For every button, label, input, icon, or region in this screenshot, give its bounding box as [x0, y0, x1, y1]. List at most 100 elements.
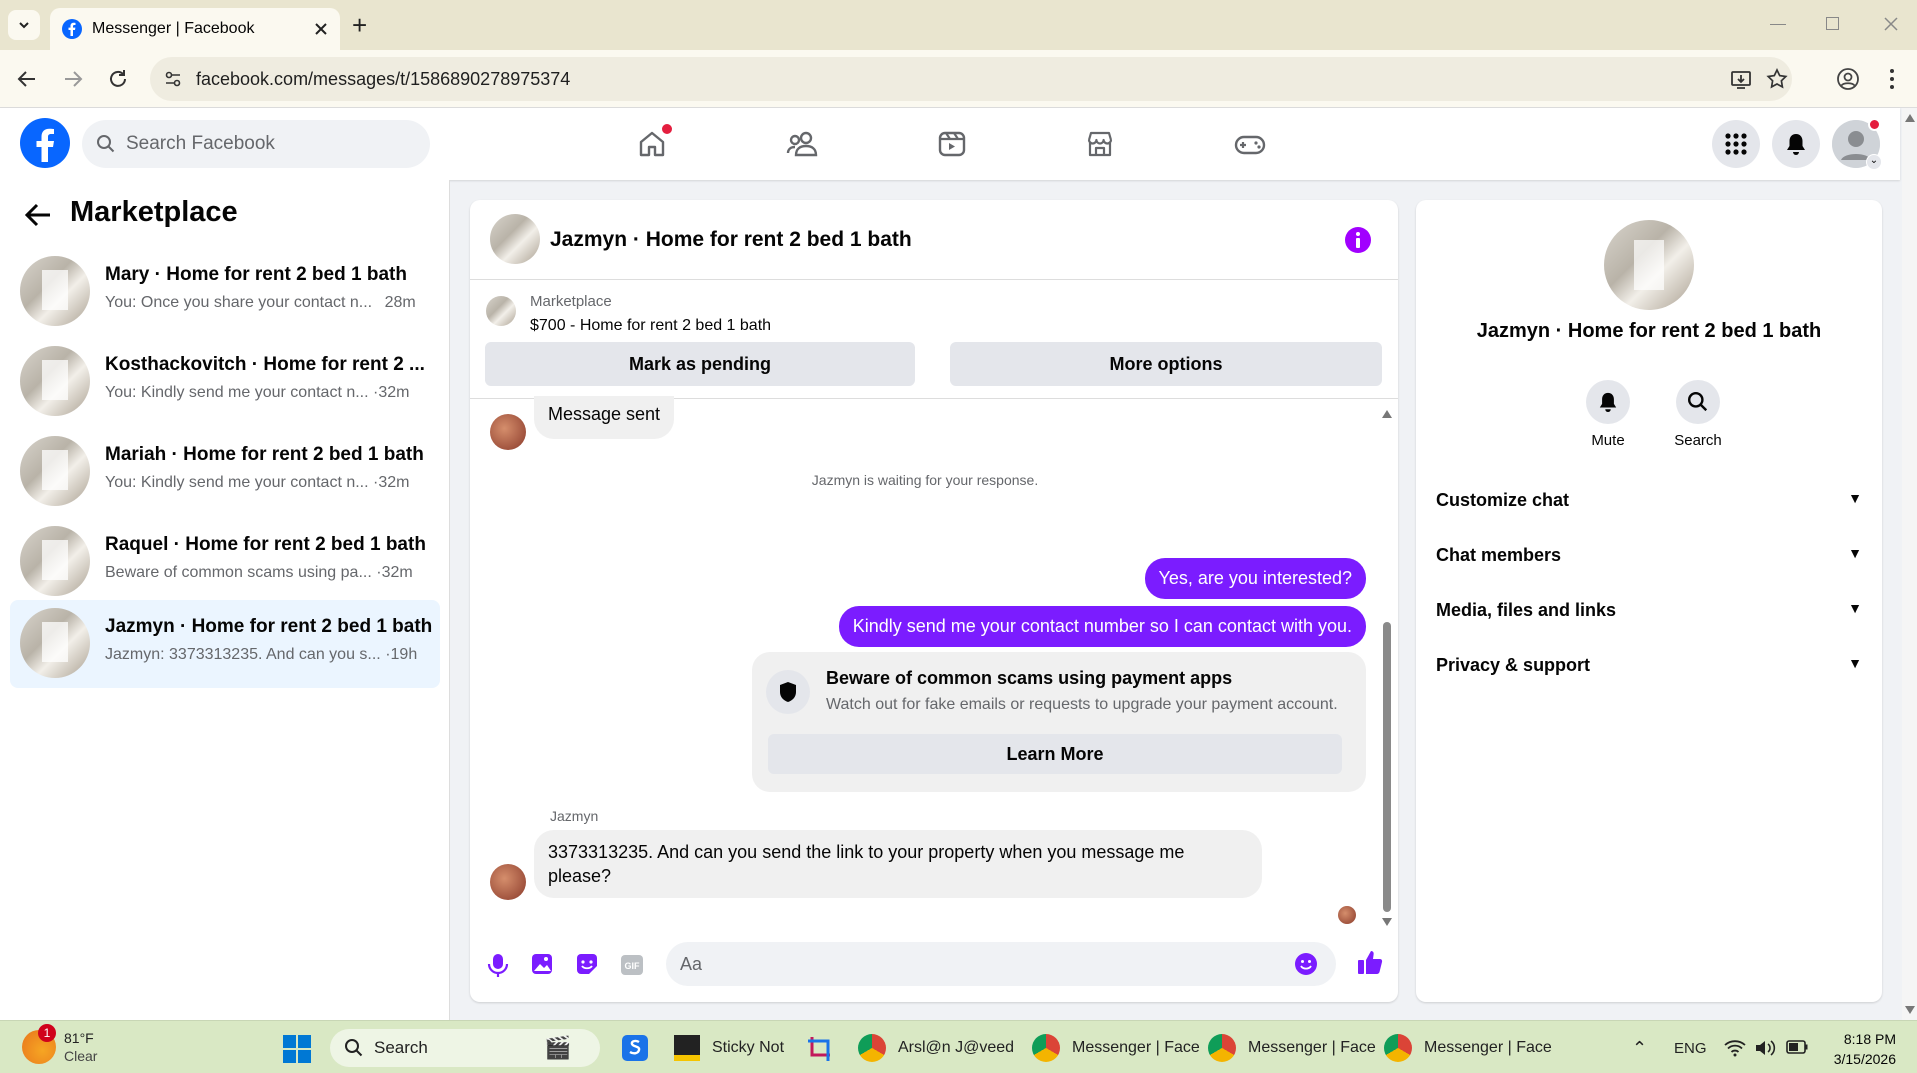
scroll-up-arrow[interactable]	[1382, 410, 1392, 418]
emoji-icon[interactable]	[1294, 952, 1318, 976]
chrome-icon	[1032, 1034, 1060, 1062]
taskbar-chrome-messenger-3[interactable]: Messenger | Face	[1384, 1031, 1552, 1065]
scam-body: Watch out for fake emails or requests to…	[826, 696, 1338, 713]
waiting-status: Jazmyn is waiting for your response.	[811, 472, 1039, 488]
address-bar[interactable]: facebook.com/messages/t/1586890278975374	[150, 57, 1792, 101]
conversation-item[interactable]: Mary · Home for rent 2 bed 1 bath You: O…	[10, 248, 440, 336]
kebab-menu-icon[interactable]	[1888, 67, 1896, 91]
chrome-icon	[1384, 1034, 1412, 1062]
taskbar-sticky-notes[interactable]: Sticky Not	[674, 1031, 784, 1065]
sender-name: Jazmyn	[550, 808, 599, 824]
bell-icon	[1787, 134, 1805, 155]
clock[interactable]: 8:18 PM 3/15/2026	[1826, 1029, 1896, 1069]
bookmark-star-icon[interactable]	[1766, 68, 1788, 90]
scroll-thumb[interactable]	[1383, 622, 1391, 912]
restore-button[interactable]	[1826, 17, 1839, 30]
facebook-logo-icon[interactable]	[20, 118, 70, 168]
chat-pane: Jazmyn · Home for rent 2 bed 1 bath Mark…	[470, 200, 1398, 1002]
chevron-down-icon: ▼	[1848, 490, 1862, 506]
conversation-item[interactable]: Raquel · Home for rent 2 bed 1 bath Bewa…	[10, 518, 440, 606]
language-indicator[interactable]: ENG	[1674, 1031, 1707, 1065]
windows-start-icon[interactable]	[282, 1034, 312, 1064]
seen-indicator-avatar	[1338, 906, 1356, 924]
sender-avatar	[490, 414, 526, 450]
scroll-down-arrow[interactable]	[1382, 918, 1392, 926]
page-scroll-down-arrow[interactable]	[1905, 1006, 1915, 1014]
taskbar-chrome-profile[interactable]: Arsl@n J@veed	[858, 1031, 1014, 1065]
account-avatar[interactable]: ⌄	[1832, 118, 1882, 170]
weather-widget[interactable]: 1 81°F Clear	[22, 1024, 97, 1067]
nav-friends[interactable]	[782, 124, 822, 164]
section-media-files-links[interactable]: Media, files and links ▼	[1436, 600, 1862, 621]
site-settings-icon[interactable]	[164, 70, 182, 88]
info-icon[interactable]	[1344, 226, 1372, 254]
notifications-button[interactable]	[1772, 120, 1820, 168]
wifi-icon[interactable]	[1724, 1039, 1746, 1057]
photo-icon[interactable]	[530, 952, 554, 976]
learn-more-button[interactable]: Learn More	[768, 734, 1342, 774]
conversation-preview: You: Kindly send me your contact n... ·3…	[105, 384, 410, 401]
nav-home[interactable]	[632, 124, 672, 164]
battery-icon[interactable]	[1786, 1040, 1808, 1054]
conversation-item[interactable]: Kosthackovitch · Home for rent 2 ... You…	[10, 338, 440, 426]
conversation-preview: Beware of common scams using pa... ·32m	[105, 564, 413, 581]
search-label: Search	[1674, 432, 1722, 449]
section-customize-chat[interactable]: Customize chat ▼	[1436, 490, 1862, 511]
conversation-preview: Jazmyn: 3373313235. And can you s... ·19…	[105, 646, 418, 663]
tab-list-button[interactable]	[8, 10, 40, 40]
profile-icon[interactable]	[1836, 67, 1860, 91]
taskbar-search[interactable]: Search 🎬	[330, 1029, 600, 1067]
back-arrow-icon[interactable]	[24, 202, 52, 228]
message-input[interactable]: Aa	[666, 942, 1336, 986]
profile-image[interactable]	[1604, 220, 1694, 310]
taskbar-chrome-messenger-1[interactable]: Messenger | Face	[1032, 1031, 1200, 1065]
browser-tab[interactable]: Messenger | Facebook	[50, 8, 340, 50]
conversation-item-active[interactable]: Jazmyn · Home for rent 2 bed 1 bath Jazm…	[10, 600, 440, 688]
nav-video[interactable]	[932, 124, 972, 164]
close-icon[interactable]	[314, 22, 328, 36]
weather-temp: 81°F	[64, 1030, 94, 1046]
chat-avatar[interactable]	[490, 214, 540, 264]
search-highlight-icon: 🎬	[544, 1035, 572, 1060]
taskbar-chrome-messenger-2[interactable]: Messenger | Face	[1208, 1031, 1376, 1065]
mute-button[interactable]: Mute	[1578, 380, 1638, 449]
sender-avatar	[490, 864, 526, 900]
notification-dot	[662, 124, 672, 134]
gif-icon[interactable]: GIF	[620, 954, 644, 976]
more-options-button[interactable]: More options	[950, 342, 1382, 386]
snipping-tool-icon[interactable]	[806, 1033, 836, 1063]
install-app-icon[interactable]	[1730, 68, 1752, 90]
microphone-icon[interactable]	[486, 952, 510, 978]
section-chat-members[interactable]: Chat members ▼	[1436, 545, 1862, 566]
search-conversation-button[interactable]: Search	[1666, 380, 1730, 449]
message-bubble-outgoing: Yes, are you interested?	[1144, 558, 1366, 599]
minimize-button[interactable]	[1770, 24, 1786, 25]
back-arrow-icon[interactable]	[16, 68, 38, 90]
section-privacy-support[interactable]: Privacy & support ▼	[1436, 655, 1862, 676]
nav-marketplace[interactable]	[1080, 124, 1120, 164]
chat-info-pane: Jazmyn · Home for rent 2 bed 1 bath Mute…	[1416, 200, 1882, 1002]
reload-icon[interactable]	[106, 67, 130, 91]
menu-button[interactable]	[1712, 120, 1760, 168]
window-close-icon[interactable]	[1884, 17, 1898, 31]
forward-arrow-icon[interactable]	[62, 68, 84, 90]
nav-gaming[interactable]	[1230, 124, 1270, 164]
app-s-icon[interactable]	[620, 1033, 650, 1063]
thumbs-up-icon[interactable]	[1356, 948, 1384, 976]
listing-thumbnail	[20, 346, 90, 416]
chat-title[interactable]: Jazmyn · Home for rent 2 bed 1 bath	[550, 228, 912, 252]
marketplace-icon	[1087, 131, 1113, 157]
search-icon	[97, 135, 115, 153]
mark-as-pending-button[interactable]: Mark as pending	[485, 342, 915, 386]
new-tab-button[interactable]: +	[352, 10, 367, 41]
show-hidden-icons[interactable]: ⌃	[1632, 1031, 1647, 1065]
page-scrollbar[interactable]	[1902, 108, 1917, 1020]
chat-scrollbar[interactable]	[1380, 410, 1394, 928]
volume-icon[interactable]	[1754, 1039, 1776, 1057]
listing-price[interactable]: $700 - Home for rent 2 bed 1 bath	[530, 317, 771, 335]
search-facebook-box[interactable]: Search Facebook	[82, 120, 430, 168]
sticker-icon[interactable]	[575, 952, 599, 976]
conversation-item[interactable]: Mariah · Home for rent 2 bed 1 bath You:…	[10, 428, 440, 516]
conversation-name: Raquel · Home for rent 2 bed 1 bath	[105, 534, 426, 555]
page-scroll-up-arrow[interactable]	[1905, 114, 1915, 122]
